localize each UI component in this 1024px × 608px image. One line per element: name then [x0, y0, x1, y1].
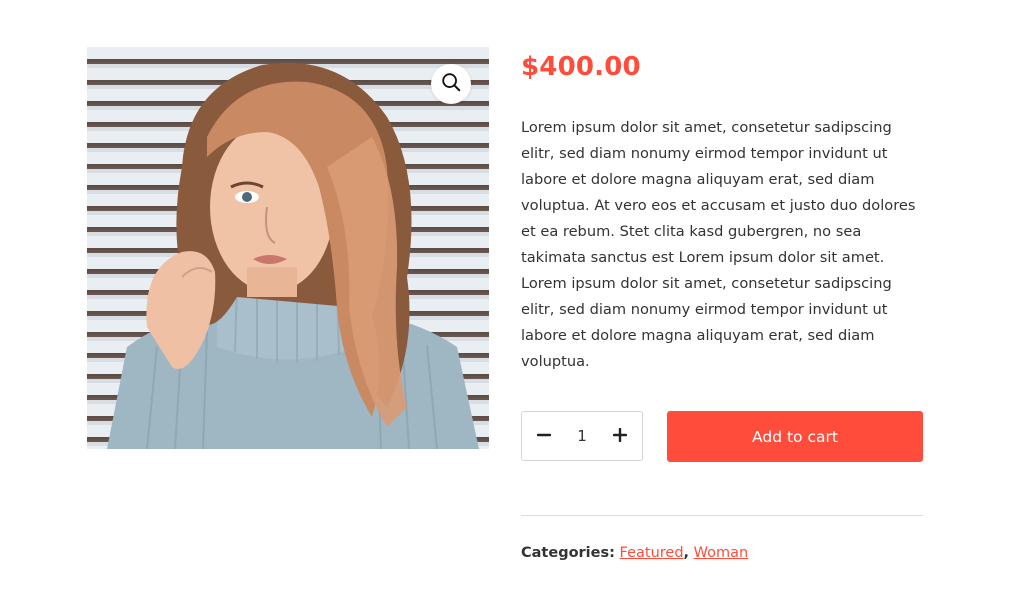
zoom-button[interactable] [431, 64, 471, 104]
minus-icon [536, 427, 552, 446]
product-page: $400.00 Lorem ipsum dolor sit amet, cons… [0, 0, 1024, 608]
search-icon [440, 71, 462, 97]
quantity-decrease-button[interactable] [536, 428, 552, 444]
quantity-stepper [521, 411, 643, 461]
quantity-input[interactable] [567, 427, 597, 445]
category-link-woman[interactable]: Woman [694, 545, 749, 561]
product-categories: Categories: Featured, Woman [521, 545, 748, 561]
divider [521, 515, 923, 516]
category-link-featured[interactable]: Featured [620, 545, 684, 561]
categories-label: Categories: [521, 545, 615, 561]
product-price: $400.00 [521, 52, 641, 82]
product-image[interactable] [87, 47, 489, 449]
add-to-cart-button[interactable]: Add to cart [667, 411, 923, 462]
portrait-illustration [107, 62, 479, 449]
category-separator: , [683, 545, 690, 561]
plus-icon [612, 427, 628, 446]
product-description: Lorem ipsum dolor sit amet, consetetur s… [521, 119, 916, 370]
quantity-increase-button[interactable] [612, 427, 628, 446]
